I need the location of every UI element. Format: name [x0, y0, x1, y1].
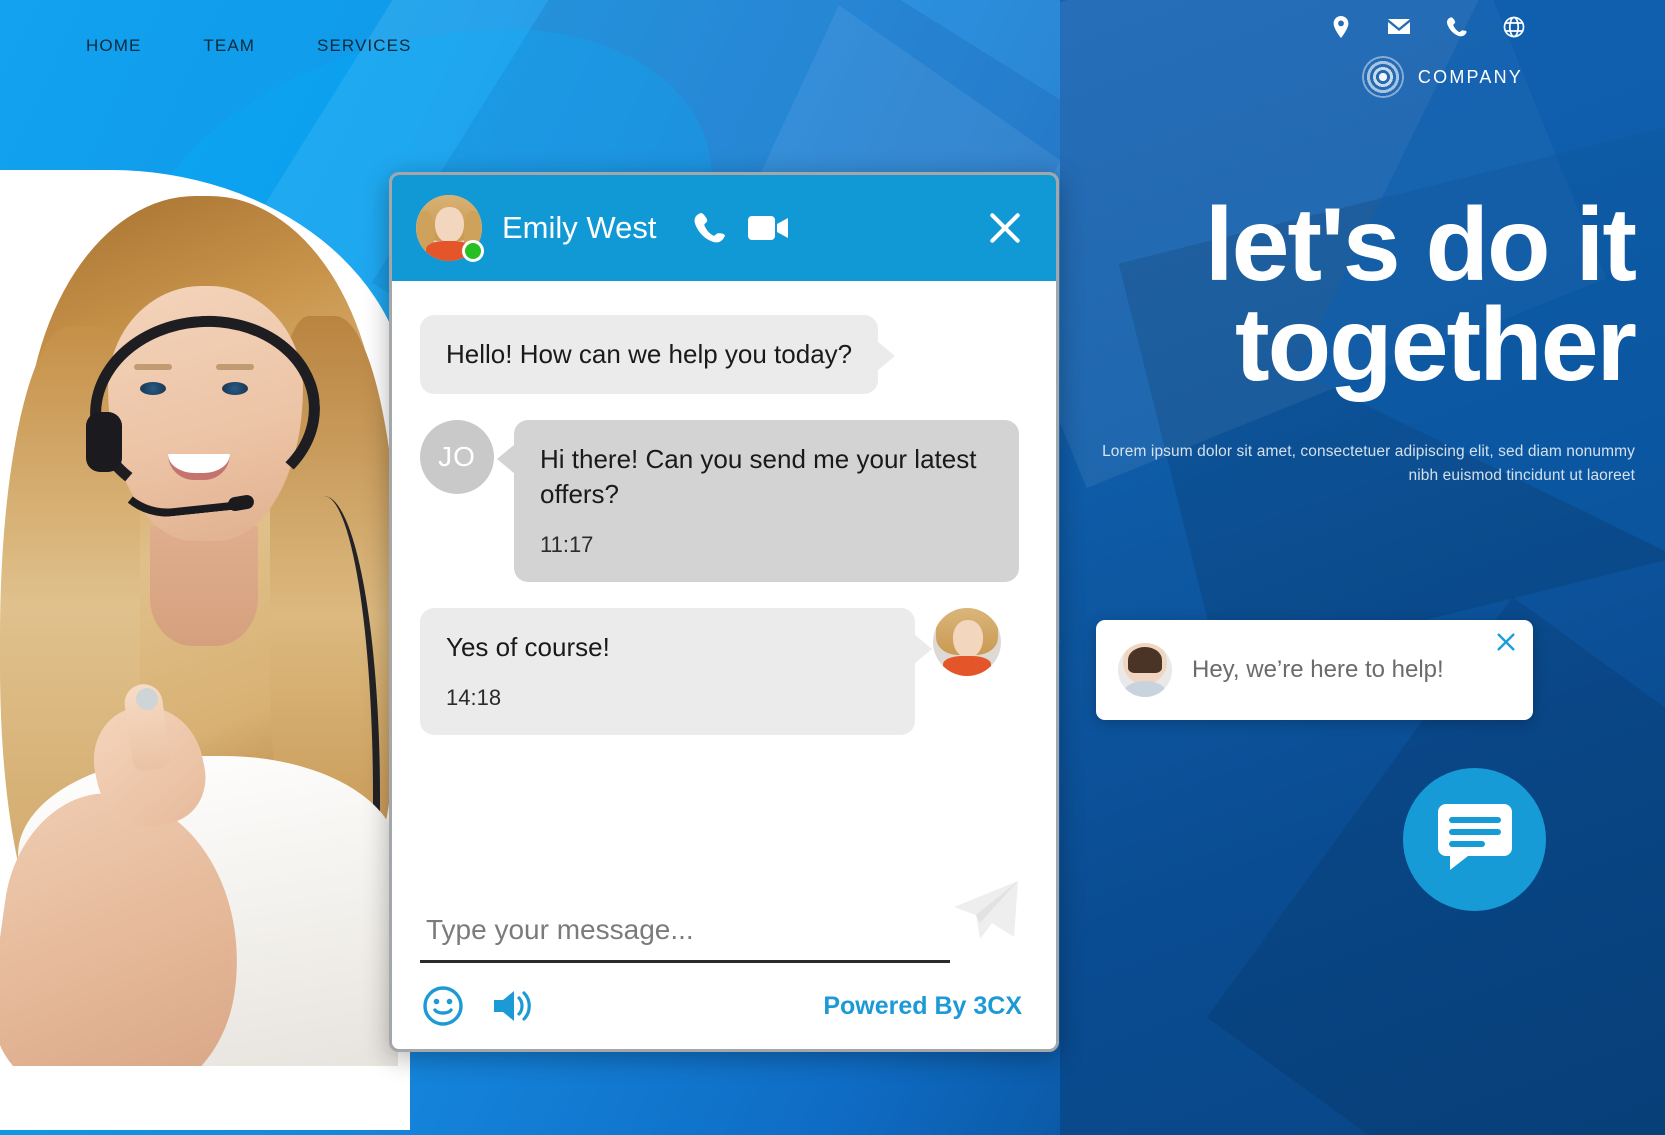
call-center-agent-photo [0, 196, 400, 1066]
agent-avatar [416, 195, 484, 262]
chat-footer: Powered By 3CX [392, 963, 1056, 1049]
chat-bubble-agent: Yes of course! 14:18 [420, 607, 932, 735]
phone-icon[interactable] [1447, 16, 1467, 38]
nav-links: HOME TEAM SERVICES [86, 36, 412, 56]
website-page: HOME TEAM SERVICES COMPANY let's do it t… [0, 0, 1665, 1135]
hero-heading-line-2: together [1235, 286, 1637, 403]
chat-message-text: Hello! How can we help you today? [446, 339, 853, 369]
live-chat-window: Emily West Hello! How can we help you to… [389, 172, 1059, 1052]
utility-icons [1331, 16, 1525, 38]
chat-message-row: Hello! How can we help you today? [420, 315, 1028, 395]
nav-item-services[interactable]: SERVICES [317, 36, 411, 56]
chat-launcher-button[interactable] [1403, 768, 1546, 911]
envelope-icon[interactable] [1387, 18, 1411, 36]
brand-name: COMPANY [1417, 66, 1523, 87]
chat-bubble-visitor: Hi there! Can you send me your latest of… [497, 420, 1019, 582]
video-call-icon[interactable] [748, 214, 790, 242]
powered-by-link[interactable]: Powered By 3CX [823, 992, 1022, 1021]
help-prompt-widget[interactable]: Hey, we’re here to help! [1096, 620, 1533, 720]
chat-bubble-agent: Hello! How can we help you today? [420, 315, 896, 395]
hero-paragraph: Lorem ipsum dolor sit amet, consectetuer… [1102, 442, 1635, 484]
agent-avatar [933, 607, 1001, 676]
target-rings-icon [1361, 56, 1404, 98]
nav-item-team[interactable]: TEAM [203, 36, 255, 56]
top-navigation: HOME TEAM SERVICES COMPANY [0, 0, 1665, 100]
phone-call-icon[interactable] [694, 211, 726, 245]
nav-item-home[interactable]: HOME [86, 36, 141, 56]
hero-text-block: let's do it together Lorem ipsum dolor s… [1075, 193, 1637, 488]
chat-header-actions [694, 211, 790, 245]
brand-logo[interactable]: COMPANY [1361, 56, 1523, 98]
send-paper-plane-icon[interactable] [948, 877, 1022, 943]
globe-icon[interactable] [1503, 16, 1525, 38]
chat-message-text: Hi there! Can you send me your latest of… [540, 444, 977, 510]
hero-background-right [1060, 0, 1665, 1135]
chat-message-row: JO Hi there! Can you send me your latest… [420, 420, 1028, 582]
message-input[interactable] [420, 908, 950, 963]
online-status-dot [462, 240, 484, 262]
hero-heading-line-1: let's do it [1204, 187, 1637, 303]
chat-bubble-icon [1437, 804, 1512, 875]
help-agent-avatar [1118, 643, 1172, 697]
location-pin-icon[interactable] [1331, 16, 1351, 38]
chat-message-list: Hello! How can we help you today? JO Hi … [392, 281, 1056, 908]
chat-footer-actions [422, 985, 534, 1027]
smiley-face-icon[interactable] [422, 985, 464, 1027]
chat-header: Emily West [392, 175, 1056, 281]
chat-message-time: 14:18 [446, 685, 502, 711]
chat-composer [392, 881, 1056, 963]
visitor-initials-avatar: JO [420, 420, 494, 495]
close-icon[interactable] [986, 209, 1024, 247]
chat-message-time: 11:17 [540, 532, 594, 558]
chat-message-row: Yes of course! 14:18 [420, 607, 1028, 735]
help-prompt-text: Hey, we’re here to help! [1192, 656, 1444, 683]
speaker-volume-icon[interactable] [490, 986, 534, 1026]
chat-message-text: Yes of course! [446, 631, 610, 662]
hero-heading: let's do it together [1075, 193, 1637, 397]
chat-agent-name: Emily West [502, 210, 657, 245]
close-icon[interactable] [1493, 630, 1519, 656]
